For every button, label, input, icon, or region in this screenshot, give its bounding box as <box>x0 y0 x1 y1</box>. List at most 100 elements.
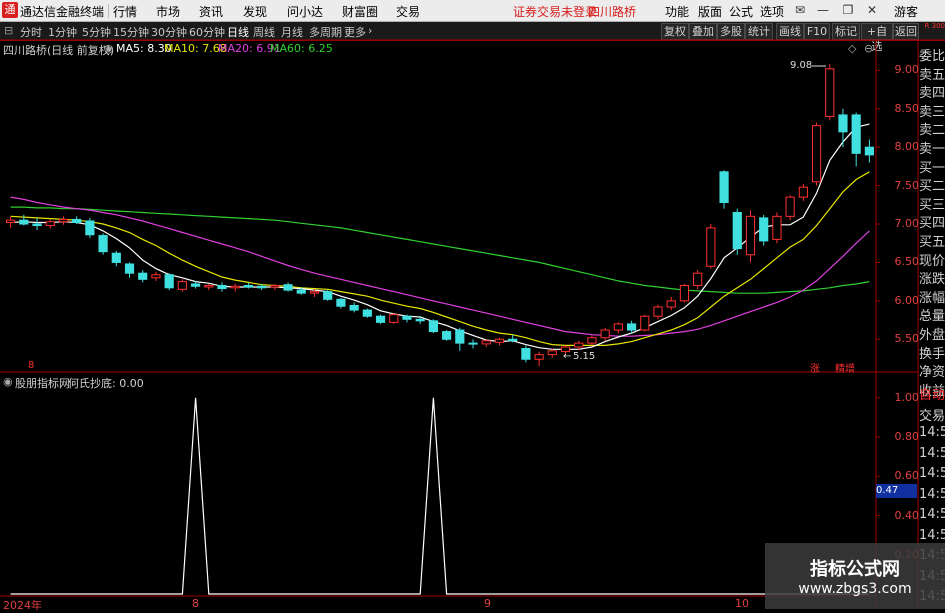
candle-body-up <box>481 340 491 345</box>
candle <box>481 339 491 347</box>
candle-body-down <box>719 171 729 204</box>
quote-field-label: 现价 <box>919 253 945 269</box>
quote-field-label: 涨幅 <box>919 290 945 306</box>
quote-field-label: 卖一 <box>919 142 945 157</box>
candle-body-down <box>851 114 861 154</box>
candle <box>679 283 690 303</box>
candle <box>626 320 637 334</box>
trade-time-label: 14:56 <box>919 425 945 440</box>
candle <box>336 297 346 309</box>
candle-body-down <box>85 220 95 236</box>
candle <box>851 112 861 167</box>
candle-body-up <box>58 218 69 223</box>
candle-body-up <box>547 350 557 356</box>
candle <box>798 184 808 201</box>
candle-body-down <box>626 323 637 331</box>
candle-body-up <box>151 274 161 279</box>
quote-field-label: 卖五 <box>919 67 945 83</box>
quote-field-label: 总量 <box>919 309 945 325</box>
candle <box>45 219 55 229</box>
indicator-settings-icon[interactable]: ◉ <box>3 375 13 388</box>
candle-body-down <box>164 274 174 289</box>
quote-field-label: 卖四 <box>919 86 945 102</box>
candle <box>785 194 795 221</box>
quote-field-label: 买五 <box>919 235 945 250</box>
candle-body-down <box>111 252 121 263</box>
candle-body-up <box>811 125 822 183</box>
price-tick-label: 8.00 <box>894 140 920 154</box>
candle <box>151 271 161 281</box>
candle-body-up <box>772 215 782 240</box>
candle-body-down <box>732 212 742 250</box>
candle <box>494 337 505 346</box>
watermark: 指标公式网 www.zbgs3.com <box>765 543 945 609</box>
price-tick-label: 9.00 <box>894 63 920 77</box>
candle-body-down <box>138 272 148 280</box>
candle-body-down <box>98 235 108 253</box>
candle-body-up <box>45 221 55 227</box>
candle <box>455 327 465 351</box>
quote-field-label: 买四 <box>919 216 945 232</box>
indicator-name: 股朋指标网 <box>15 377 70 390</box>
candle <box>230 283 240 292</box>
candle-body-up <box>177 281 187 290</box>
rz-marker: 8 <box>28 360 35 371</box>
quote-field-label: 卖三 <box>919 104 945 120</box>
candle-body-down <box>759 217 769 242</box>
candle-body-down <box>415 318 425 322</box>
sidebar-top-badge: R 300 <box>924 22 945 30</box>
price-tick-label: 7.00 <box>894 217 920 231</box>
candle <box>666 297 676 311</box>
trade-time-label: 14:56 <box>919 466 945 481</box>
candle-body-down <box>190 283 201 287</box>
candle-body-down <box>72 218 82 223</box>
candle-body-up <box>653 306 663 317</box>
candle-body-up <box>494 338 505 343</box>
candle <box>825 64 835 121</box>
candle-body-up <box>270 284 280 288</box>
candle-body-up <box>640 315 650 331</box>
candle <box>58 216 69 225</box>
candle <box>323 290 333 301</box>
x-label-oct: 10 <box>735 597 749 610</box>
candle-body-up <box>204 284 214 288</box>
indicator-line <box>10 397 870 595</box>
quote-field-label: 买二 <box>919 179 945 195</box>
indicator-current-value: 0.47 <box>876 484 917 498</box>
candle-body-down <box>257 285 267 289</box>
candle-body-up <box>825 68 835 117</box>
candle <box>864 139 874 163</box>
candle <box>177 279 187 292</box>
candle-body-up <box>798 186 808 198</box>
trade-mode-label[interactable]: 交易 <box>919 405 945 424</box>
candle <box>98 233 108 255</box>
candle-body-up <box>613 323 623 331</box>
high-price-label: 9.08 <box>790 60 813 71</box>
trade-time-label: 14:56 <box>919 507 945 522</box>
price-tick-label: 7.50 <box>894 178 920 192</box>
candle-body-down <box>336 298 346 307</box>
candle-body-up <box>600 329 610 339</box>
candle <box>534 351 544 367</box>
low-arrow-icon: ← <box>563 351 572 362</box>
candle-body-down <box>362 309 372 317</box>
indicator-tick-label: 0.40 <box>894 508 920 522</box>
candle-body-up <box>679 284 690 302</box>
quote-field-label: 涨跌 <box>919 272 945 288</box>
quote-field-label: 买一 <box>919 160 945 176</box>
candle <box>468 339 478 349</box>
trade-time-label: 14:56 <box>919 527 945 543</box>
candle <box>389 313 399 324</box>
low-price-label: 5.15 <box>573 351 596 362</box>
candle <box>72 216 82 225</box>
candle-body-down <box>521 347 531 360</box>
candle-body-down <box>442 331 452 340</box>
trade-mode-label[interactable]: 自动 <box>919 384 945 403</box>
candle-body-down <box>124 263 135 274</box>
candle-body-down <box>283 284 293 291</box>
indicator-value: 何氏抄底: 0.00 <box>68 377 144 390</box>
x-label-sep: 9 <box>484 597 491 610</box>
candle-body-up <box>6 219 16 223</box>
kline-chart[interactable] <box>0 0 945 609</box>
candle-body-down <box>455 329 465 344</box>
